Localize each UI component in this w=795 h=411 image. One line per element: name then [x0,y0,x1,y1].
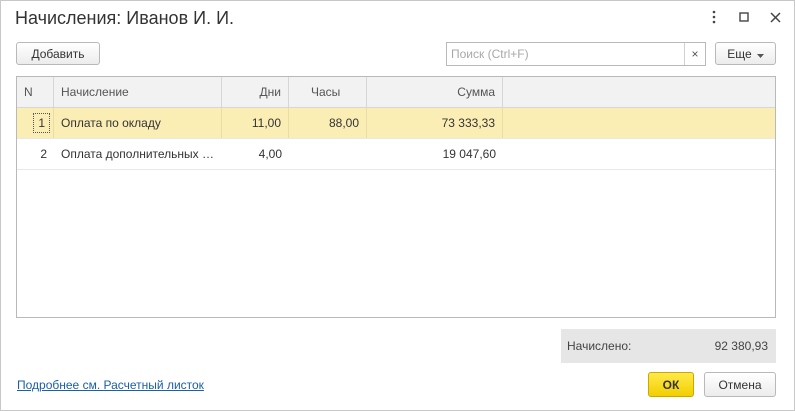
search-clear-button[interactable]: × [684,43,705,65]
table-row[interactable]: 1 Оплата по окладу 11,00 88,00 73 333,33 [17,108,775,139]
cancel-button[interactable]: Отмена [704,372,776,397]
cell-n[interactable]: 2 [17,139,54,169]
cell-filler [503,139,775,169]
column-header-hours[interactable]: Часы [289,77,367,107]
cell-hours[interactable] [289,139,367,169]
clear-icon: × [691,47,699,61]
column-header-days[interactable]: Дни [222,77,289,107]
cell-days[interactable]: 4,00 [222,139,289,169]
cell-days[interactable]: 11,00 [222,108,289,138]
dialog-window: Начисления: Иванов И. И. Добавить × Еще … [0,0,795,411]
more-label: Еще [727,46,752,61]
cell-n[interactable]: 1 [17,108,54,138]
cell-name[interactable]: Оплата по окладу [54,108,222,138]
cell-sum[interactable]: 73 333,33 [367,108,503,138]
column-header-sum[interactable]: Сумма [367,77,503,107]
cell-sum[interactable]: 19 047,60 [367,139,503,169]
cell-filler [503,108,775,138]
table-header: N Начисление Дни Часы Сумма [17,77,775,108]
cell-hours[interactable]: 88,00 [289,108,367,138]
total-label: Начислено: [567,339,632,353]
ok-button[interactable]: ОК [648,372,694,397]
kebab-menu-icon[interactable] [704,7,724,27]
add-button[interactable]: Добавить [16,42,100,65]
search-box: × [446,42,706,66]
payslip-link[interactable]: Подробнее см. Расчетный листок [17,378,204,392]
column-header-name[interactable]: Начисление [54,77,222,107]
maximize-icon[interactable] [734,7,754,27]
column-header-filler [503,77,775,107]
total-panel: Начислено: 92 380,93 [561,329,776,363]
table-row[interactable]: 2 Оплата дополнительных дней отпуска 4,0… [17,139,775,170]
caret-down-icon [756,47,764,61]
total-value: 92 380,93 [714,339,768,353]
close-icon[interactable] [765,7,785,27]
accruals-table: N Начисление Дни Часы Сумма 1 Оплата по … [16,76,776,318]
window-title: Начисления: Иванов И. И. [15,8,235,28]
more-button[interactable]: Еще [715,42,776,65]
cell-name[interactable]: Оплата дополнительных дней отпуска [54,139,222,169]
column-header-n[interactable]: N [17,77,54,107]
search-input[interactable] [447,44,684,64]
